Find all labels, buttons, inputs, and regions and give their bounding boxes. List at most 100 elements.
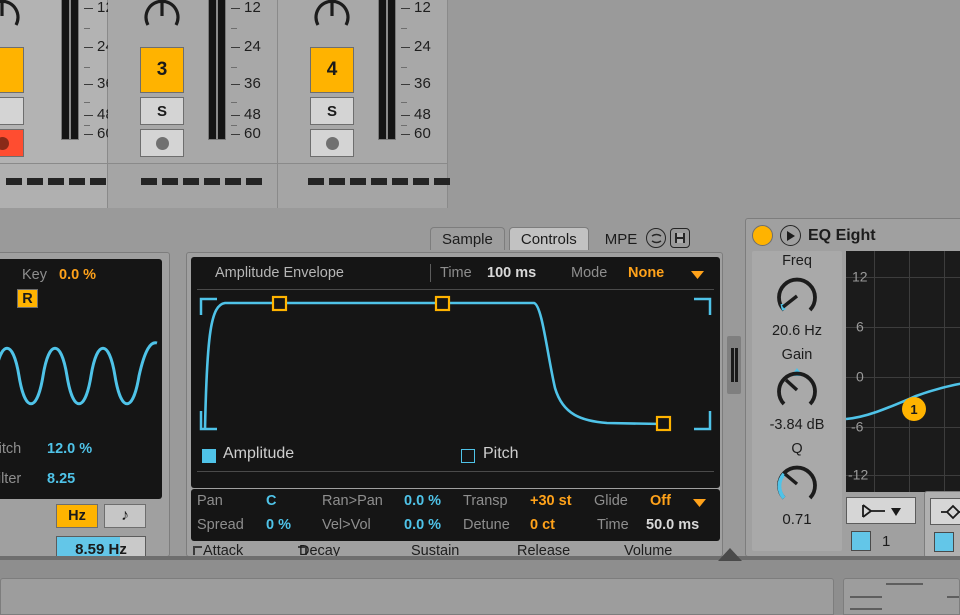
bottom-divider [0, 556, 960, 560]
record-dot-icon [155, 136, 169, 150]
legend-amplitude-label: Amplitude [223, 445, 295, 462]
lfo-pitch-label: Pitch [0, 441, 22, 457]
eq-knob-column: Freq 20.6 Hz Gain -3.84 dB Q 0.71 [752, 251, 842, 551]
param-detune-value[interactable]: 0 ct [530, 517, 555, 533]
eq-response-curve [846, 382, 960, 421]
header-divider [430, 264, 431, 282]
mixer-strip-3-clip-area[interactable] [108, 163, 278, 208]
lfo-display[interactable]: 0.10 ms Key 0.0 % 0.00° R 0 % Pitch 12.0… [0, 259, 162, 499]
device-power-button[interactable] [752, 225, 773, 246]
clip-slot-dashes [6, 178, 106, 185]
pan-knob[interactable] [310, 0, 354, 38]
pan-knob[interactable] [140, 0, 184, 38]
mixer-section: 12 24 36 48 60 3 S 12 24 36 48 60 4 S 12… [0, 0, 960, 208]
eq-band-node-1[interactable]: 1 [902, 397, 926, 421]
param-velvol-value[interactable]: 0.0 % [404, 517, 441, 533]
level-meter [61, 0, 79, 140]
param-pan-value[interactable]: C [266, 493, 276, 509]
play-icon[interactable] [780, 225, 801, 246]
param-ranpan-value[interactable]: 0.0 % [404, 493, 441, 509]
device-rack: Sample Controls MPE 0. [0, 208, 960, 608]
track-number-button[interactable] [0, 47, 24, 93]
mixer-strip-1[interactable]: 12 24 36 48 60 [0, 0, 114, 163]
tab-mpe[interactable]: MPE [593, 227, 643, 250]
envelope-display[interactable]: Amplitude Envelope Time 100 ms Mode None [191, 257, 720, 488]
legend-amplitude-swatch[interactable] [202, 449, 216, 463]
eq-frequency-graph[interactable]: 12 6 0 -6 -12 1 [846, 251, 960, 492]
param-detune-label: Detune [463, 517, 510, 533]
hotswap-icon[interactable] [646, 228, 667, 248]
level-meter [378, 0, 396, 140]
tab-mpe-label: MPE [604, 230, 638, 248]
q-value: 0.71 [782, 511, 812, 528]
param-transp-value[interactable]: +30 st [530, 493, 572, 509]
gain-knob[interactable] [774, 367, 820, 413]
param-spread-label: Spread [197, 517, 244, 533]
gain-label: Gain [781, 347, 813, 363]
track-number-button[interactable]: 3 [140, 47, 184, 93]
param-spread-value[interactable]: 0 % [266, 517, 291, 533]
clip-slot-dashes [141, 178, 262, 185]
save-disk-icon[interactable] [670, 228, 691, 248]
param-transp-label: Transp [463, 493, 508, 509]
eq-filter-slot-2[interactable] [924, 491, 960, 558]
eq-band-1-index: 1 [882, 532, 891, 550]
eq-band-2-enable[interactable] [934, 532, 954, 552]
tab-controls[interactable]: Controls [508, 227, 589, 250]
envelope-title: Amplitude Envelope [215, 265, 344, 281]
arm-record-button[interactable] [140, 129, 184, 157]
mixer-strip-3[interactable]: 3 S 12 24 36 48 60 [108, 0, 278, 163]
panel-line-right [947, 596, 959, 598]
freq-value: 20.6 Hz [772, 323, 822, 339]
gain-value: -3.84 dB [769, 417, 825, 433]
resize-arrow-icon[interactable] [718, 548, 742, 562]
param-velvol-label: Vel>Vol [322, 517, 371, 533]
legend-pitch-swatch[interactable] [461, 449, 475, 463]
solo-button[interactable]: S [140, 97, 184, 125]
arm-record-button[interactable] [310, 129, 354, 157]
tab-sample[interactable]: Sample [430, 227, 505, 250]
device-scroll-grip[interactable] [727, 336, 741, 394]
param-glide-value[interactable]: Off [650, 493, 671, 509]
lfo-pitch-value: 12.0 % [47, 441, 93, 457]
lfo-retrigger-button[interactable]: R [17, 289, 38, 308]
eq-band-1-enable[interactable] [851, 531, 871, 551]
freq-knob[interactable] [774, 273, 820, 319]
lfo-unit-hz-button[interactable]: Hz [56, 504, 98, 528]
solo-button[interactable]: S [310, 97, 354, 125]
bottom-right-panel[interactable] [843, 578, 960, 615]
legend-rule [197, 471, 714, 472]
eq-filter-type-2[interactable] [930, 498, 960, 525]
mixer-strip-4-clip-area[interactable] [278, 163, 450, 208]
chevron-down-icon[interactable] [691, 271, 704, 279]
q-knob[interactable] [774, 461, 820, 507]
low-cut-icon [862, 503, 901, 518]
eq-device-title: EQ Eight [808, 226, 876, 244]
lfo-unit-note-button[interactable]: ♪ [104, 504, 146, 528]
param-time-value[interactable]: 50.0 ms [646, 517, 699, 533]
lfo-filter-value: 8.25 [47, 471, 76, 487]
lfo-key-value: 0.0 % [59, 267, 97, 283]
freq-label: Freq [782, 253, 812, 269]
legend-pitch-label: Pitch [483, 445, 519, 462]
header-rule [197, 289, 714, 290]
pan-knob[interactable] [0, 0, 24, 38]
envelope-mode-value[interactable]: None [628, 265, 664, 281]
solo-button[interactable] [0, 97, 24, 125]
bell-icon [941, 504, 960, 519]
record-dot-icon [0, 136, 9, 150]
eq-eight-device: EQ Eight Freq 20.6 Hz Gain -3.84 dB Q 0.… [745, 218, 960, 558]
track-number-button[interactable]: 4 [310, 47, 354, 93]
envelope-time-value[interactable]: 100 ms [487, 265, 536, 281]
panel-line-mid [850, 596, 882, 598]
arm-record-button[interactable] [0, 129, 24, 157]
eq-filter-type-1[interactable] [846, 497, 916, 524]
envelope-mode-label: Mode [571, 265, 608, 281]
chevron-down-icon[interactable] [693, 499, 706, 507]
envelope-curve[interactable] [197, 293, 714, 441]
panel-line-bot [850, 608, 882, 610]
param-glide-label: Glide [594, 493, 628, 509]
mixer-strip-1-clip-area[interactable] [0, 163, 108, 208]
mixer-strip-4[interactable]: 4 S 12 24 36 48 60 [278, 0, 448, 163]
bottom-left-panel[interactable] [0, 578, 834, 615]
